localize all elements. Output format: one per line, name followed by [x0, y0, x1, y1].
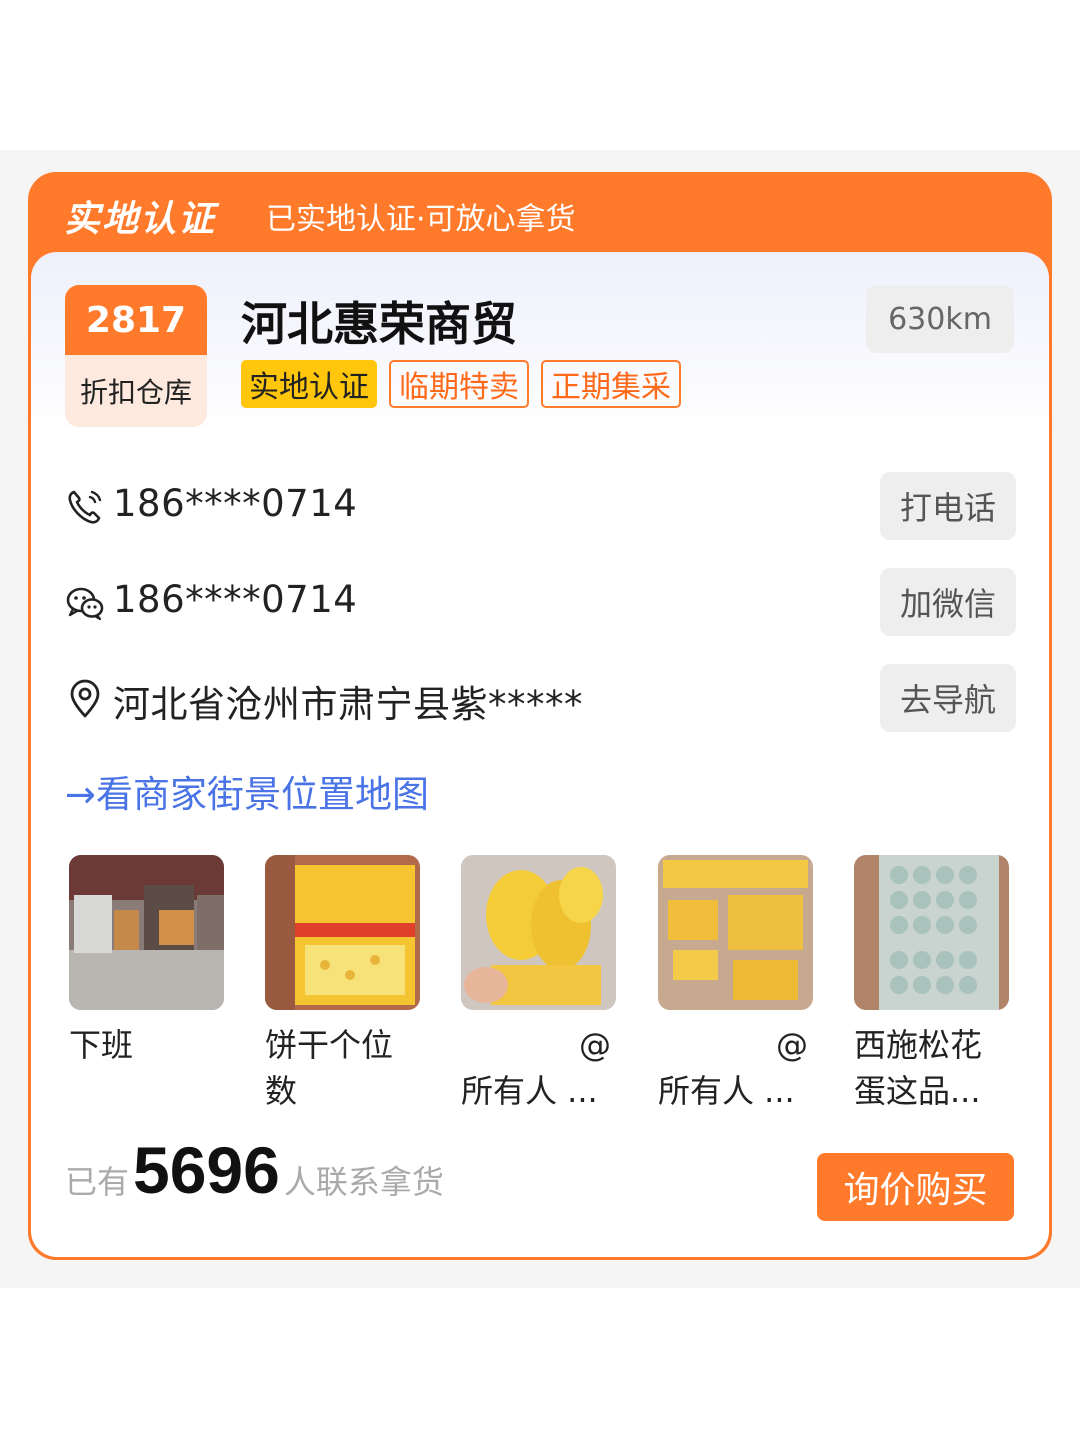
caption-line-1: @ [776, 1026, 808, 1064]
packaged-snack-photo[interactable] [658, 855, 813, 1010]
tag-list: 实地认证 临期特卖 正期集采 [241, 360, 681, 408]
warehouse-photo[interactable] [69, 855, 224, 1010]
badge-label: 折扣仓库 [79, 376, 192, 409]
photo-item[interactable]: 下班 [69, 855, 224, 1068]
address-text: 河北省沧州市肃宁县紫***** [113, 683, 583, 726]
wechat-row: 186****0714 加微信 [65, 568, 1016, 638]
eggs-photo[interactable] [854, 855, 1009, 1010]
caption-line-2: 所有人 ... [461, 1072, 598, 1110]
verification-title: 实地认证 [64, 199, 217, 240]
address-row: 河北省沧州市肃宁县紫***** 去导航 [65, 664, 1016, 734]
caption-line-2: 蛋这品... [854, 1072, 981, 1110]
tag-regular-purchase: 正期集采 [541, 360, 681, 408]
photo-caption: 下班 [69, 1022, 219, 1068]
photo-item[interactable]: 饼干个位 数 [265, 855, 420, 1114]
caption-line-2: 数 [265, 1072, 298, 1110]
location-pin-icon [70, 679, 100, 718]
tag-verified: 实地认证 [241, 360, 377, 408]
photo-caption: 饼干个位 数 [265, 1022, 415, 1114]
phone-number: 186****0714 [113, 482, 358, 525]
caption-line-1: 下班 [69, 1026, 134, 1064]
company-name[interactable]: 河北惠荣商贸 [241, 288, 517, 354]
navigate-button[interactable]: 去导航 [880, 664, 1016, 732]
caption-line-1: 西施松花 [854, 1026, 983, 1064]
photo-item[interactable]: @ 所有人 ... [461, 855, 616, 1114]
phone-icon [68, 490, 102, 524]
badge-number: 2817 [65, 285, 207, 355]
photo-item[interactable]: 西施松花 蛋这品... [854, 855, 1009, 1114]
biscuit-box-photo[interactable] [265, 855, 420, 1010]
photo-caption: @ 所有人 ... [461, 1022, 611, 1114]
photo-item[interactable]: @ 所有人 ... [658, 855, 813, 1114]
card-body: 2817 折扣仓库 河北惠荣商贸 实地认证 临期特卖 正期集采 630km 18… [31, 252, 1049, 1257]
street-view-map-link[interactable]: →看商家街景位置地图 [65, 764, 429, 818]
call-button[interactable]: 打电话 [880, 472, 1016, 540]
add-wechat-button[interactable]: 加微信 [880, 568, 1016, 636]
merchant-card: 实地认证 已实地认证·可放心拿货 2817 折扣仓库 河北惠荣商贸 实地认证 临… [28, 172, 1052, 1260]
tag-near-expiry: 临期特卖 [389, 360, 529, 408]
distance-badge: 630km [866, 285, 1014, 353]
caption-line-2: 所有人 ... [658, 1072, 795, 1110]
phone-row: 186****0714 打电话 [65, 472, 1016, 542]
inquire-buy-button[interactable]: 询价购买 [817, 1153, 1014, 1221]
dried-fruit-photo[interactable] [461, 855, 616, 1010]
count-prefix: 已有 [65, 1163, 130, 1201]
caption-line-1: @ [579, 1026, 611, 1064]
caption-line-1: 饼干个位 [265, 1026, 394, 1064]
count-suffix: 人联系拿货 [283, 1163, 444, 1201]
verification-subtitle: 已实地认证·可放心拿货 [266, 202, 576, 237]
wechat-number: 186****0714 [113, 578, 358, 621]
contact-count: 已有 5696 人联系拿货 [65, 1132, 444, 1208]
count-number: 5696 [133, 1133, 280, 1207]
card-header: 实地认证 已实地认证·可放心拿货 [28, 172, 1052, 254]
wechat-icon [66, 587, 104, 621]
photo-caption: @ 所有人 ... [658, 1022, 808, 1114]
warehouse-badge: 2817 折扣仓库 [65, 285, 207, 427]
photo-caption: 西施松花 蛋这品... [854, 1022, 1004, 1114]
